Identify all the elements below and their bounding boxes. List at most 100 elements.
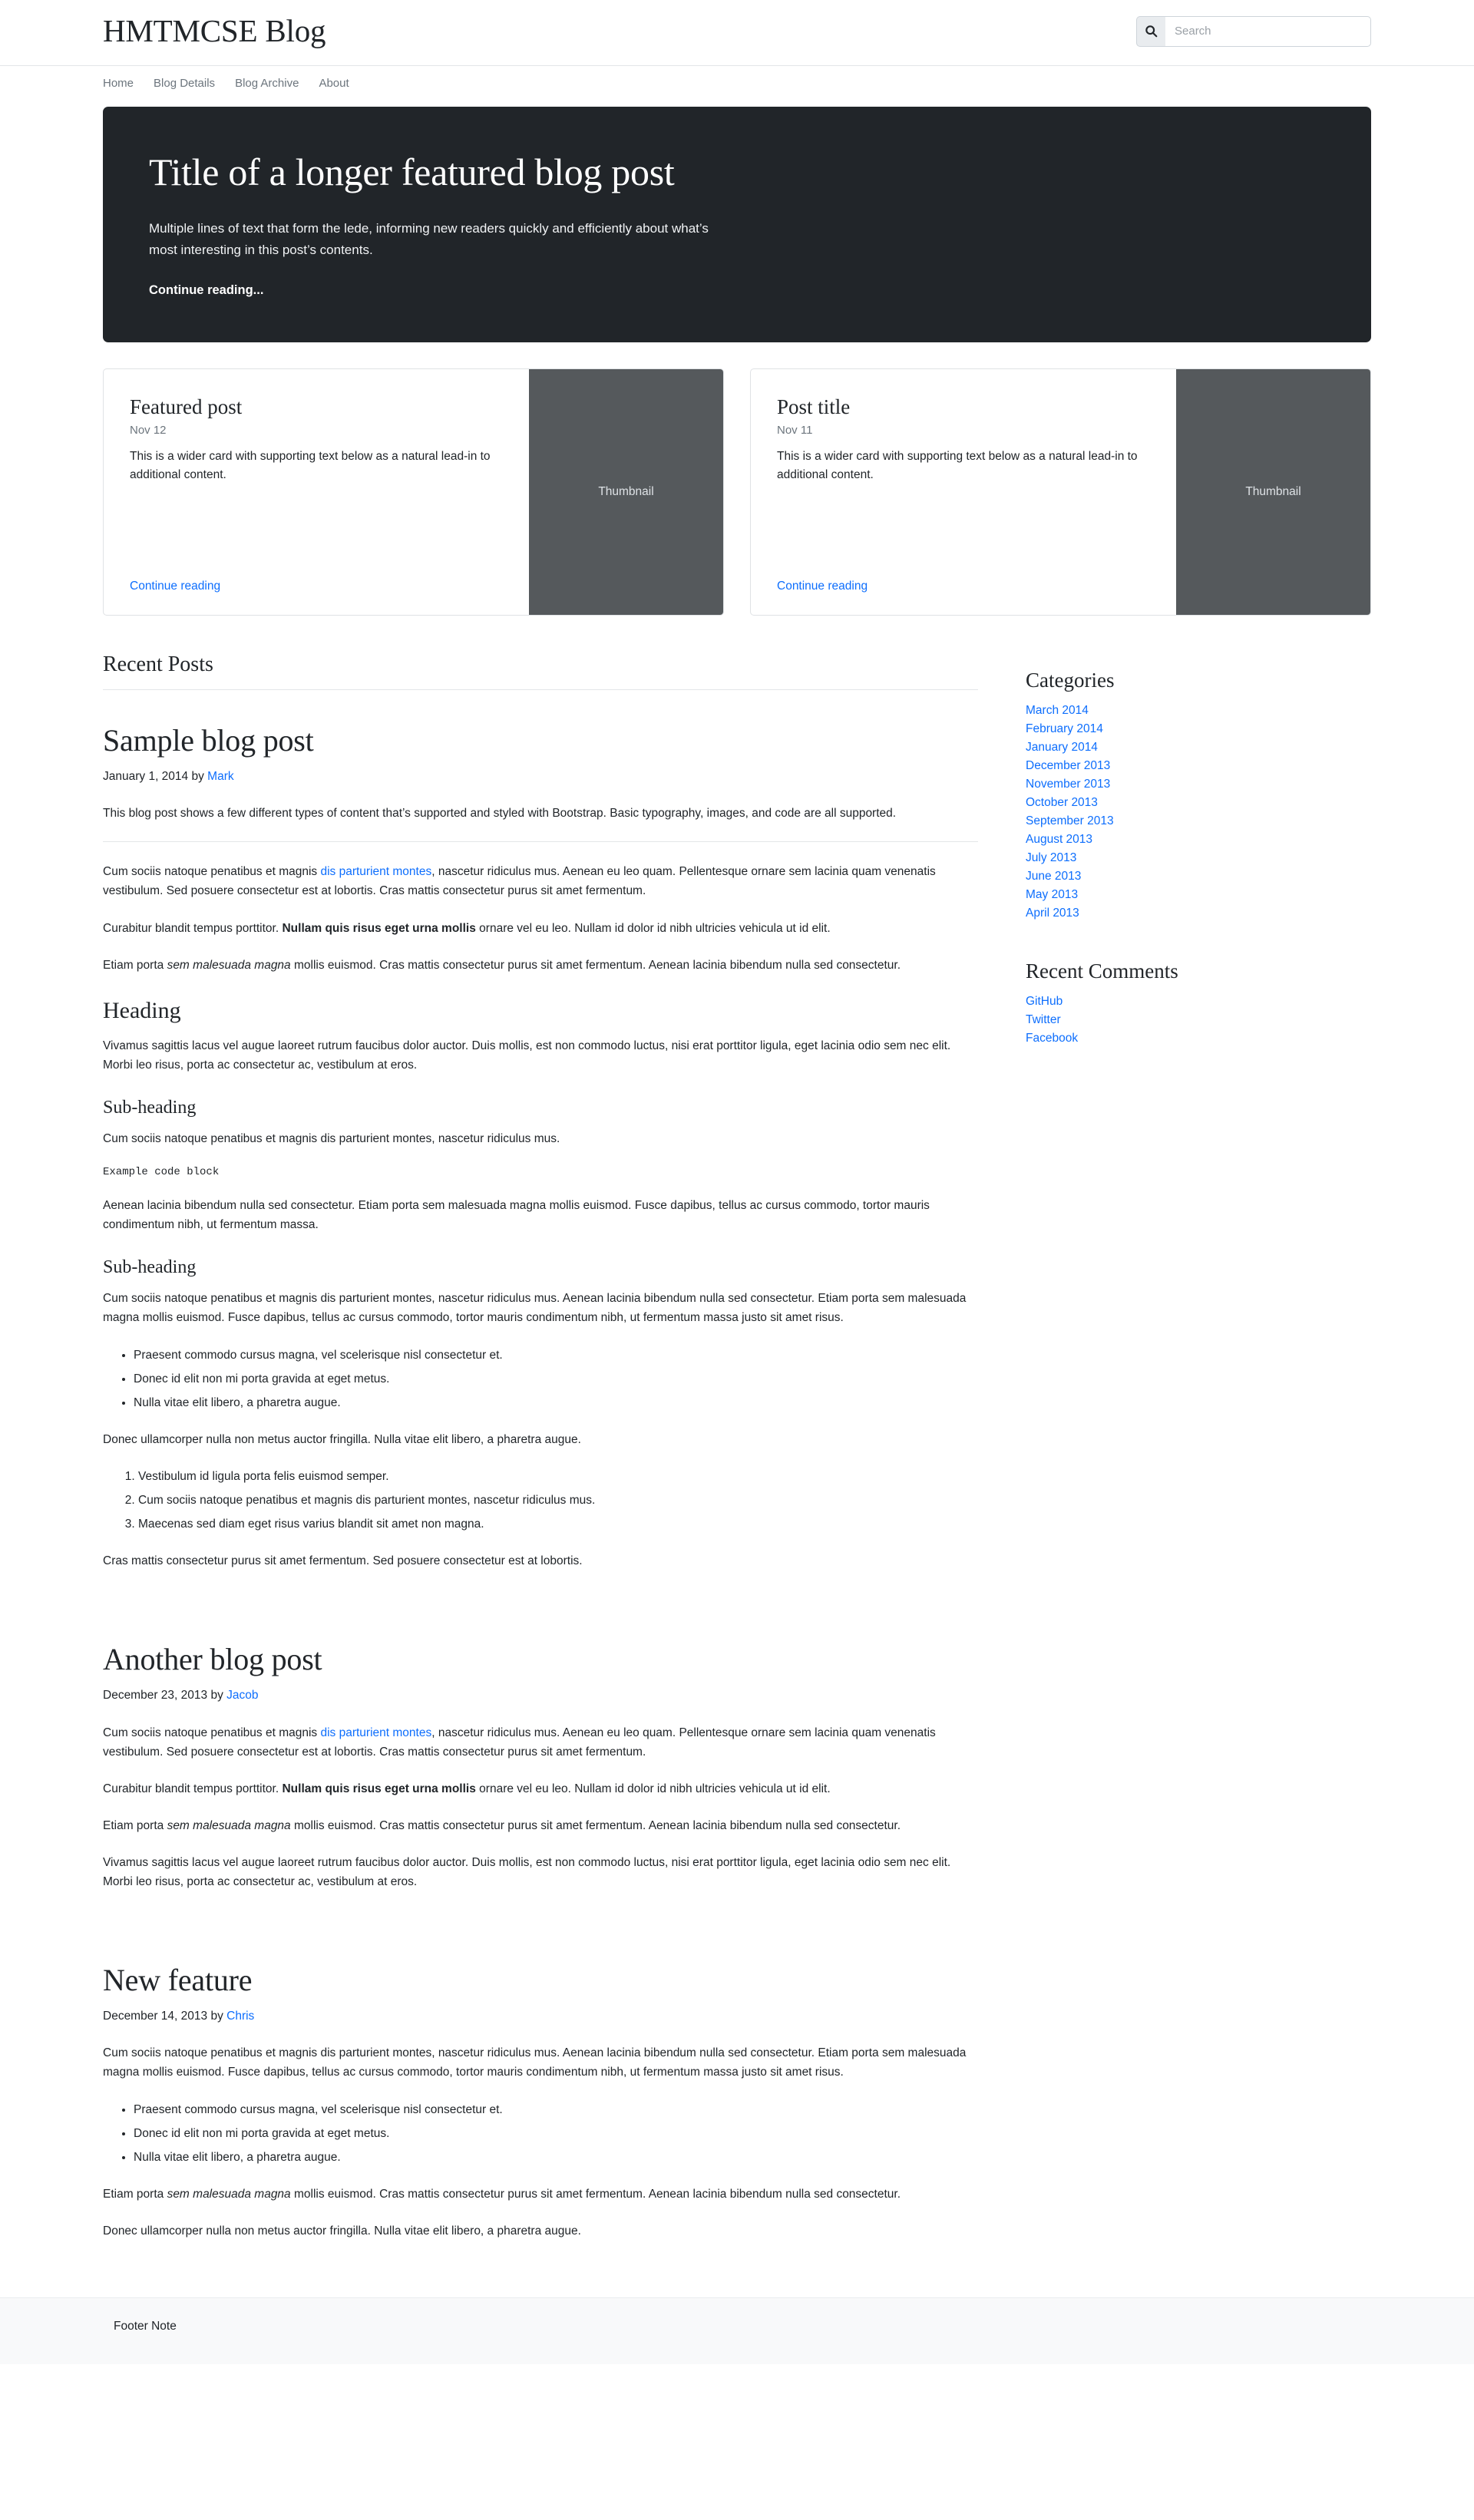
list-item: March 2014 xyxy=(1026,704,1256,718)
sidebar-category-march-2014[interactable]: March 2014 xyxy=(1026,704,1089,717)
post-card[interactable]: Post title Nov 11 This is a wider card w… xyxy=(750,368,1371,616)
blog-post: Sample blog post January 1, 2014 by Mark… xyxy=(103,722,978,1570)
list-item: Donec id elit non mi porta gravida at eg… xyxy=(134,2124,978,2143)
post-author-link[interactable]: Mark xyxy=(207,770,233,783)
post-card-continue-link[interactable]: Continue reading xyxy=(777,580,1150,593)
sidebar-category-october-2013[interactable]: October 2013 xyxy=(1026,796,1098,809)
categories-heading: Categories xyxy=(1026,669,1115,692)
code-block: Example code block xyxy=(103,1166,220,1179)
posts-column: Recent Posts Sample blog post January 1,… xyxy=(103,652,978,2259)
post-title: Another blog post xyxy=(103,1642,322,1677)
post-subheading: Sub-heading xyxy=(103,1098,197,1118)
footer-note: Footer Note xyxy=(114,2320,177,2333)
sidebar-category-november-2013[interactable]: November 2013 xyxy=(1026,778,1110,791)
list-item: Nulla vitae elit libero, a pharetra augu… xyxy=(134,1393,978,1412)
nav-item-home[interactable]: Home xyxy=(103,77,134,90)
text-fragment: Curabitur blandit tempus porttitor. xyxy=(103,1782,283,1795)
list-item: Maecenas sed diam eget risus varius blan… xyxy=(138,1514,978,1534)
list-item: Cum sociis natoque penatibus et magnis d… xyxy=(138,1491,978,1510)
text-fragment: mollis euismod. Cras mattis consectetur … xyxy=(290,1818,901,1832)
post-spacer xyxy=(103,1910,978,1962)
sidebar-category-july-2013[interactable]: July 2013 xyxy=(1026,851,1076,864)
list-item: November 2013 xyxy=(1026,778,1256,791)
nav-item-blog-details[interactable]: Blog Details xyxy=(154,77,215,90)
post-date: December 23, 2013 by xyxy=(103,1689,223,1703)
sidebar-category-may-2013[interactable]: May 2013 xyxy=(1026,888,1078,901)
post-card-body: Post title Nov 11 This is a wider card w… xyxy=(751,369,1176,615)
post-card-thumbnail: Thumbnail xyxy=(529,369,723,616)
sidebar-category-december-2013[interactable]: December 2013 xyxy=(1026,759,1110,772)
post-meta: December 23, 2013 by Jacob xyxy=(103,1686,978,1705)
main-layout: Recent Posts Sample blog post January 1,… xyxy=(103,652,1371,2259)
text-fragment: mollis euismod. Cras mattis consectetur … xyxy=(290,958,901,972)
post-card[interactable]: Featured post Nov 12 This is a wider car… xyxy=(103,368,724,616)
list-item: Twitter xyxy=(1026,1013,1256,1027)
post-author-link[interactable]: Chris xyxy=(226,2010,254,2023)
text-fragment: mollis euismod. Cras mattis consectetur … xyxy=(290,2187,901,2201)
post-paragraph: Cum sociis natoque penatibus et magnis d… xyxy=(103,2046,967,2079)
sidebar-link-facebook[interactable]: Facebook xyxy=(1026,1032,1078,1045)
post-paragraph: Cum sociis natoque penatibus et magnis d… xyxy=(103,1723,978,1762)
blog-post: New feature December 14, 2013 by Chris C… xyxy=(103,1962,978,2241)
recent-comments-heading: Recent Comments xyxy=(1026,959,1178,983)
text-fragment: Etiam porta xyxy=(103,1818,167,1832)
sidebar-category-january-2014[interactable]: January 2014 xyxy=(1026,741,1098,754)
section-divider xyxy=(103,689,978,691)
sidebar-link-github[interactable]: GitHub xyxy=(1026,995,1063,1008)
sidebar-category-august-2013[interactable]: August 2013 xyxy=(1026,833,1092,846)
post-paragraph: Cum sociis natoque penatibus et magnis d… xyxy=(103,862,978,900)
post-paragraph: Vivamus sagittis lacus vel augue laoreet… xyxy=(103,1856,951,1889)
page-title: HMTMCSE Blog xyxy=(103,13,326,48)
list-item: GitHub xyxy=(1026,995,1256,1009)
list-item: May 2013 xyxy=(1026,888,1256,902)
inline-link[interactable]: dis parturient montes xyxy=(320,1726,431,1739)
post-title: New feature xyxy=(103,1963,253,1998)
list-item: April 2013 xyxy=(1026,907,1256,920)
nav-divider: Home Blog Details Blog Archive About xyxy=(0,65,1474,102)
sidebar-category-april-2013[interactable]: April 2013 xyxy=(1026,907,1079,920)
search-input[interactable] xyxy=(1165,15,1371,47)
post-paragraph: Cras mattis consectetur purus sit amet f… xyxy=(103,1554,583,1568)
post-card-date: Nov 12 xyxy=(130,424,167,438)
text-fragment: Curabitur blandit tempus porttitor. xyxy=(103,921,283,935)
list-item: January 2014 xyxy=(1026,741,1256,755)
nav-item-blog-archive[interactable]: Blog Archive xyxy=(235,77,299,90)
list-item: Praesent commodo cursus magna, vel scele… xyxy=(134,2100,978,2119)
text-fragment: ornare vel eu leo. Nullam id dolor id ni… xyxy=(475,1782,831,1795)
list-item: Praesent commodo cursus magna, vel scele… xyxy=(134,1346,978,1365)
nav-item-about[interactable]: About xyxy=(319,77,349,90)
featured-cards: Featured post Nov 12 This is a wider car… xyxy=(103,368,1371,616)
sidebar-category-february-2014[interactable]: February 2014 xyxy=(1026,722,1103,735)
masthead-container: HMTMCSE Blog xyxy=(103,0,1371,65)
post-intro: This blog post shows a few different typ… xyxy=(103,807,897,821)
post-subheading: Sub-heading xyxy=(103,1257,197,1278)
post-paragraph: Etiam porta sem malesuada magna mollis e… xyxy=(103,2185,978,2204)
list-item: Donec id elit non mi porta gravida at eg… xyxy=(134,1369,978,1389)
sidebar-link-twitter[interactable]: Twitter xyxy=(1026,1013,1061,1026)
masthead: HMTMCSE Blog xyxy=(103,0,1371,65)
recent-comments-list: GitHub Twitter Facebook xyxy=(1026,995,1256,1045)
sidebar-category-september-2013[interactable]: September 2013 xyxy=(1026,814,1114,827)
list-item: July 2013 xyxy=(1026,851,1256,865)
post-paragraph: Aenean lacinia bibendum nulla sed consec… xyxy=(103,1199,930,1232)
italic-text: sem malesuada magna xyxy=(167,958,291,972)
search-icon[interactable] xyxy=(1136,15,1165,47)
text-fragment: Cum sociis natoque penatibus et magnis xyxy=(103,1726,321,1739)
post-paragraph: Etiam porta sem malesuada magna mollis e… xyxy=(103,956,978,975)
search-form[interactable] xyxy=(1136,15,1371,47)
list-item: October 2013 xyxy=(1026,796,1256,810)
post-card-body: Featured post Nov 12 This is a wider car… xyxy=(104,369,529,615)
inline-link[interactable]: dis parturient montes xyxy=(320,865,431,878)
post-paragraph: Donec ullamcorper nulla non metus auctor… xyxy=(103,2224,581,2238)
post-card-date: Nov 11 xyxy=(777,424,813,438)
blog-post: Another blog post December 23, 2013 by J… xyxy=(103,1641,978,1891)
text-fragment: Cum sociis natoque penatibus et magnis xyxy=(103,865,321,879)
post-author-link[interactable]: Jacob xyxy=(226,1689,258,1702)
post-paragraph: Curabitur blandit tempus porttitor. Null… xyxy=(103,919,978,938)
post-paragraph: Donec ullamcorper nulla non metus auctor… xyxy=(103,1432,581,1446)
sidebar-category-june-2013[interactable]: June 2013 xyxy=(1026,870,1081,883)
post-date: December 14, 2013 by xyxy=(103,2010,223,2023)
hero-continue-reading-link[interactable]: Continue reading... xyxy=(149,283,263,297)
post-card-continue-link[interactable]: Continue reading xyxy=(130,580,503,593)
post-paragraph: Cum sociis natoque penatibus et magnis d… xyxy=(103,1132,560,1146)
